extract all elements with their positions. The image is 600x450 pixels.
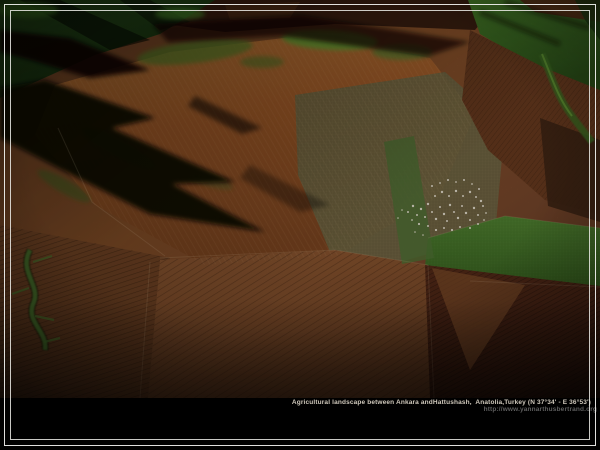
aerial-photo	[0, 0, 600, 398]
caption-credit-url: http://www.yannarthusbertrand.org	[0, 406, 597, 413]
caption-text: Agricultural landscape between Ankara an…	[0, 399, 591, 406]
wallpaper-canvas: Agricultural landscape between Ankara an…	[0, 0, 600, 450]
landscape-graphic	[0, 0, 600, 398]
vignette	[0, 0, 600, 398]
photo-caption: Agricultural landscape between Ankara an…	[0, 399, 591, 413]
